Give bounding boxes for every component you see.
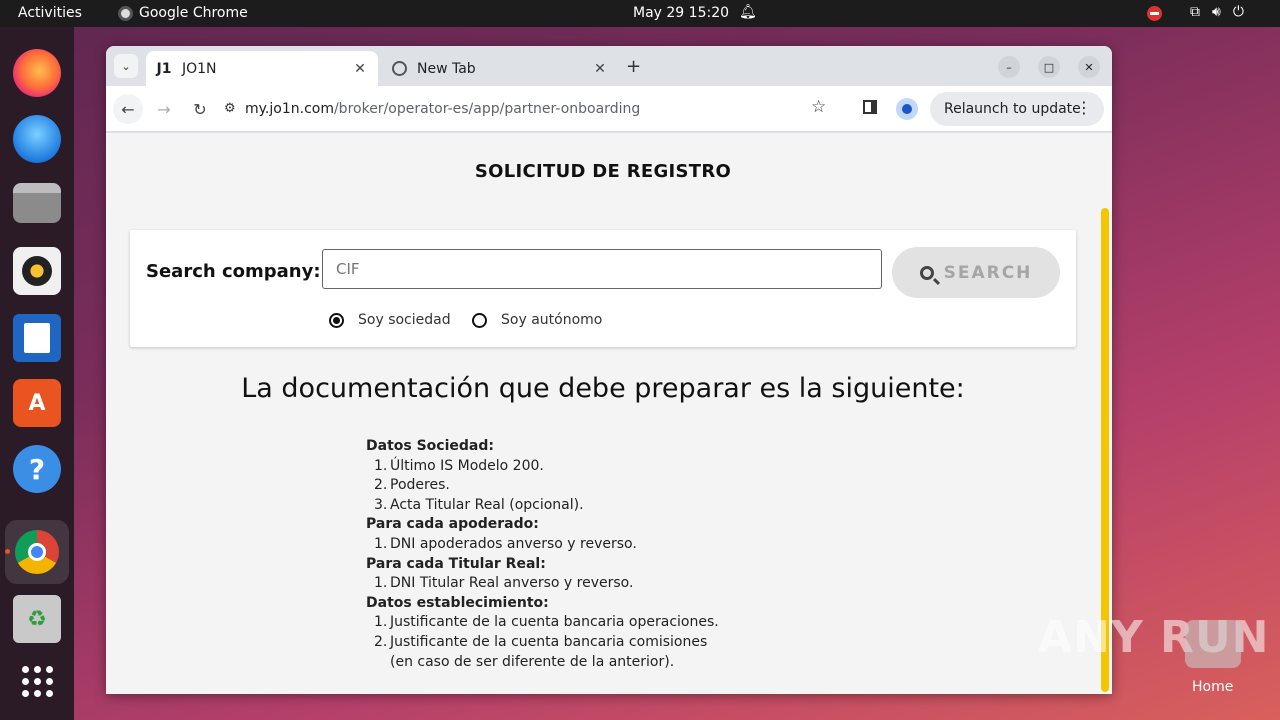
dock: A ? ♻ [0, 27, 74, 720]
app-name: Google Chrome [139, 5, 248, 21]
firefox-icon[interactable] [13, 49, 61, 97]
search-card: Search company: SEARCH Soy sociedad Soy … [130, 230, 1076, 347]
list-item: 1. DNI apoderados anverso y reverso. [374, 535, 637, 552]
tab-title: New Tab [417, 60, 476, 77]
side-panel-icon[interactable] [863, 100, 877, 114]
home-folder-icon[interactable] [1185, 620, 1241, 668]
more-menu-icon[interactable]: ⋮ [1076, 98, 1092, 117]
relaunch-label: Relaunch to update [944, 101, 1081, 117]
section-title: Para cada apoderado: [366, 516, 539, 533]
close-icon[interactable]: ✕ [350, 61, 370, 77]
radio-label: Soy autónomo [501, 312, 603, 328]
radio-checked-icon[interactable] [329, 312, 344, 328]
url-path: /broker/operator-es/app/partner-onboardi… [333, 101, 641, 117]
system-tray[interactable]: ⧉ 🔊︎ ⏻ [1190, 4, 1244, 20]
profile-avatar[interactable] [896, 98, 918, 120]
list-item: 1. DNI Titular Real anverso y reverso. [374, 575, 634, 592]
chrome-icon [118, 5, 133, 21]
url-domain: my.jo1n.com [245, 101, 334, 117]
section-title: Datos establecimiento: [366, 594, 549, 611]
clock[interactable]: May 29 15:20 [633, 5, 729, 21]
back-button[interactable]: ← [113, 94, 143, 124]
top-bar: Activities Google Chrome May 29 15:20 🔔︎… [0, 0, 1280, 27]
trash-icon[interactable]: ♻ [13, 595, 61, 643]
app-grid-icon[interactable] [13, 657, 61, 705]
network-icon: ⧉ [1190, 4, 1200, 20]
rhythmbox-icon[interactable] [13, 247, 61, 295]
jo1n-favicon-icon: J1 [156, 60, 172, 77]
tab-title: JO1N [182, 60, 217, 77]
writer-icon[interactable] [13, 314, 61, 362]
forward-button[interactable]: → [149, 94, 179, 124]
radio-soy-autonomo[interactable]: Soy autónomo [472, 312, 602, 328]
power-icon: ⏻ [1232, 4, 1244, 20]
activities-button[interactable]: Activities [18, 5, 82, 21]
page-content: SOLICITUD DE REGISTRO Search company: SE… [106, 133, 1112, 694]
list-item: 1. Justificante de la cuenta bancaria ope… [374, 614, 719, 631]
radio-unchecked-icon[interactable] [472, 312, 487, 328]
list-item: 2. Poderes. [374, 477, 450, 494]
bell-icon: 🔔︎ [739, 4, 757, 20]
relaunch-button[interactable]: Relaunch to update ⋮ [930, 92, 1104, 126]
close-icon[interactable]: ✕ [590, 61, 610, 77]
app-menu[interactable]: Google Chrome [118, 5, 248, 21]
tab-new-tab[interactable]: New Tab ✕ [382, 51, 618, 86]
list-item-continuation: (en caso de ser diferente de la anterior… [390, 653, 675, 670]
minimize-button[interactable]: – [998, 56, 1020, 78]
site-info-icon[interactable]: ⚙ [224, 101, 236, 116]
chrome-icon [15, 530, 59, 574]
radio-label: Soy sociedad [358, 312, 451, 328]
search-button[interactable]: SEARCH [892, 247, 1060, 298]
volume-icon: 🔊︎ [1212, 4, 1221, 20]
section-title: Datos Sociedad: [366, 438, 494, 454]
tab-jo1n[interactable]: J1 JO1N ✕ [146, 51, 378, 86]
help-icon[interactable]: ? [13, 445, 61, 493]
reload-button[interactable]: ↻ [185, 94, 215, 124]
tab-strip: ⌄ J1 JO1N ✕ New Tab ✕ + – □ ✕ [106, 46, 1112, 86]
list-item: 2. Justificante de la cuenta bancaria com… [374, 633, 708, 650]
files-icon[interactable] [13, 183, 61, 223]
radio-soy-sociedad[interactable]: Soy sociedad [329, 312, 451, 328]
maximize-button[interactable]: □ [1038, 56, 1060, 78]
address-bar[interactable]: ⚙ my.jo1n.com/broker/operator-es/app/par… [224, 95, 824, 123]
documentation-list: Datos Sociedad: 1. Último IS Modelo 200. … [366, 437, 719, 672]
section-title: Para cada Titular Real: [366, 555, 546, 572]
chrome-dock-item[interactable] [5, 520, 69, 584]
close-window-button[interactable]: ✕ [1078, 56, 1100, 78]
bookmark-star-icon[interactable]: ☆ [811, 97, 826, 117]
running-indicator [5, 549, 10, 554]
list-item: 3. Acta Titular Real (opcional). [374, 496, 584, 513]
thunderbird-icon[interactable] [13, 115, 61, 163]
app-center-icon[interactable]: A [13, 379, 61, 427]
recording-indicator-icon[interactable] [1147, 6, 1162, 21]
browser-toolbar: ← → ↻ ⚙ my.jo1n.com/broker/operator-es/a… [106, 86, 1112, 132]
tab-search-button[interactable]: ⌄ [114, 54, 138, 78]
chrome-window: ⌄ J1 JO1N ✕ New Tab ✕ + – □ ✕ ← → ↻ ⚙ my… [106, 46, 1112, 694]
page-title: SOLICITUD DE REGISTRO [474, 161, 732, 182]
cif-input[interactable] [322, 249, 882, 289]
documentation-heading: La documentación que debe preparar es la… [241, 373, 965, 404]
search-icon [919, 265, 934, 280]
new-tab-button[interactable]: + [626, 56, 641, 77]
list-item: 1. Último IS Modelo 200. [374, 457, 544, 474]
globe-icon [392, 61, 407, 76]
home-label: Home [1192, 679, 1234, 695]
search-company-label: Search company: [146, 261, 321, 282]
search-button-label: SEARCH [943, 262, 1033, 283]
